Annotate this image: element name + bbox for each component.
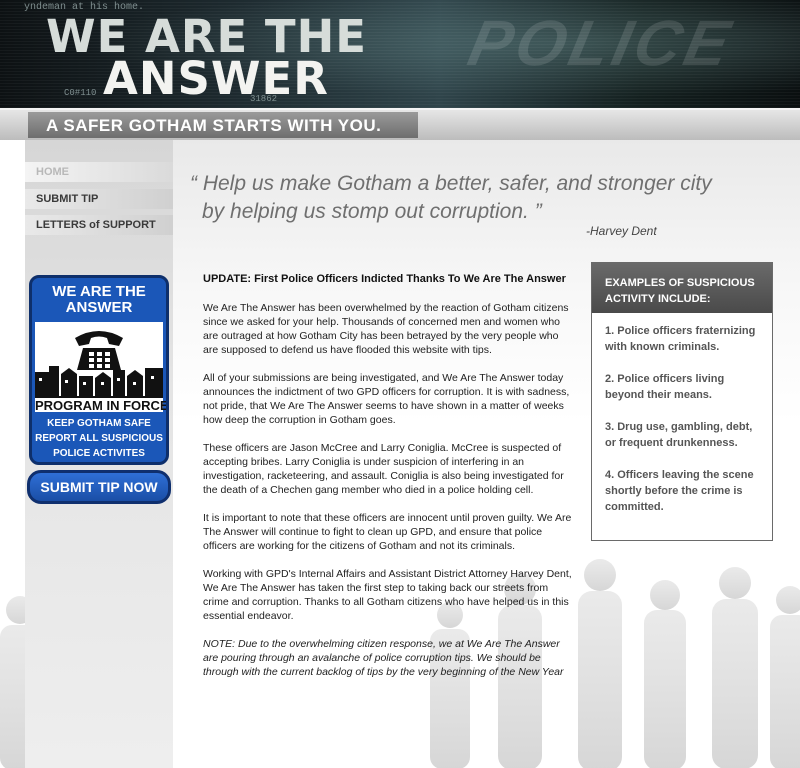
badge-program-in-force: PROGRAM IN FORCE (35, 396, 169, 413)
article-headline: UPDATE: First Police Officers Indicted T… (203, 273, 566, 285)
quote-line-2: by helping us stomp out corruption. ” (202, 200, 542, 223)
quote-author: -Harvey Dent (586, 224, 657, 238)
submit-tip-now-button[interactable]: SUBMIT TIP NOW (27, 470, 171, 504)
badge-title-line2: ANSWER (65, 299, 133, 316)
sidebox-list: 1. Police officers fraternizing with kno… (592, 313, 772, 515)
article-paragraph-2: All of your submissions are being invest… (203, 372, 570, 426)
police-car-graphic: POLICE (462, 7, 740, 79)
sidebox-item-4: 4. Officers leaving the scene shortly be… (605, 469, 754, 513)
city-skyline (35, 322, 163, 396)
article-note: NOTE: Due to the overwhelming citizen re… (203, 638, 564, 678)
badge-line-2: REPORT ALL SUSPICIOUS (35, 433, 163, 444)
telephone-icon (75, 331, 123, 370)
tagline: A SAFER GOTHAM STARTS WITH YOU. (46, 116, 382, 135)
article-paragraph-3: These officers are Jason McCree and Larr… (203, 442, 564, 496)
site-title-line2: ANSWER (103, 52, 329, 105)
left-sidebar: HOME SUBMIT TIP LETTERS of SUPPORT WE AR… (25, 140, 173, 768)
badge-title: WE ARE THE ANSWER (32, 284, 166, 316)
quote-line-1: “ Help us make Gotham a better, safer, a… (190, 172, 712, 195)
badge-title-line1: WE ARE THE (52, 283, 146, 300)
badge-line-1: KEEP GOTHAM SAFE (47, 418, 151, 429)
site-header: yndeman at his home. POLICE C0#110 31862… (0, 0, 800, 108)
tagline-band: A SAFER GOTHAM STARTS WITH YOU. (0, 108, 800, 140)
nav-letters-of-support[interactable]: LETTERS of SUPPORT (25, 215, 173, 235)
sidebox-item-1: 1. Police officers fraternizing with kno… (605, 325, 756, 353)
sidebox-title: EXAMPLES OF SUSPICIOUS ACTIVITY INCLUDE: (592, 263, 772, 313)
badge-line-3: POLICE ACTIVITES (53, 448, 145, 459)
program-badge[interactable]: WE ARE THE ANSWER PROGRAM IN FORCE KEEP … (29, 275, 169, 465)
article-paragraph-5: Working with GPD's Internal Affairs and … (203, 568, 572, 622)
nav-home[interactable]: HOME (25, 162, 173, 182)
sidebox-item-3: 3. Drug use, gambling, debt, or frequent… (605, 421, 753, 449)
header-code-a: C0#110 (64, 88, 97, 98)
nav-submit-tip[interactable]: SUBMIT TIP (25, 189, 173, 209)
article-paragraph-1: We Are The Answer has been overwhelmed b… (203, 302, 569, 356)
article: UPDATE: First Police Officers Indicted T… (203, 272, 573, 693)
suspicious-activity-box: EXAMPLES OF SUSPICIOUS ACTIVITY INCLUDE:… (591, 262, 773, 541)
sidebox-item-2: 2. Police officers living beyond their m… (605, 373, 725, 401)
dent-quote: “ Help us make Gotham a better, safer, a… (190, 170, 790, 226)
article-paragraph-4: It is important to note that these offic… (203, 512, 572, 552)
